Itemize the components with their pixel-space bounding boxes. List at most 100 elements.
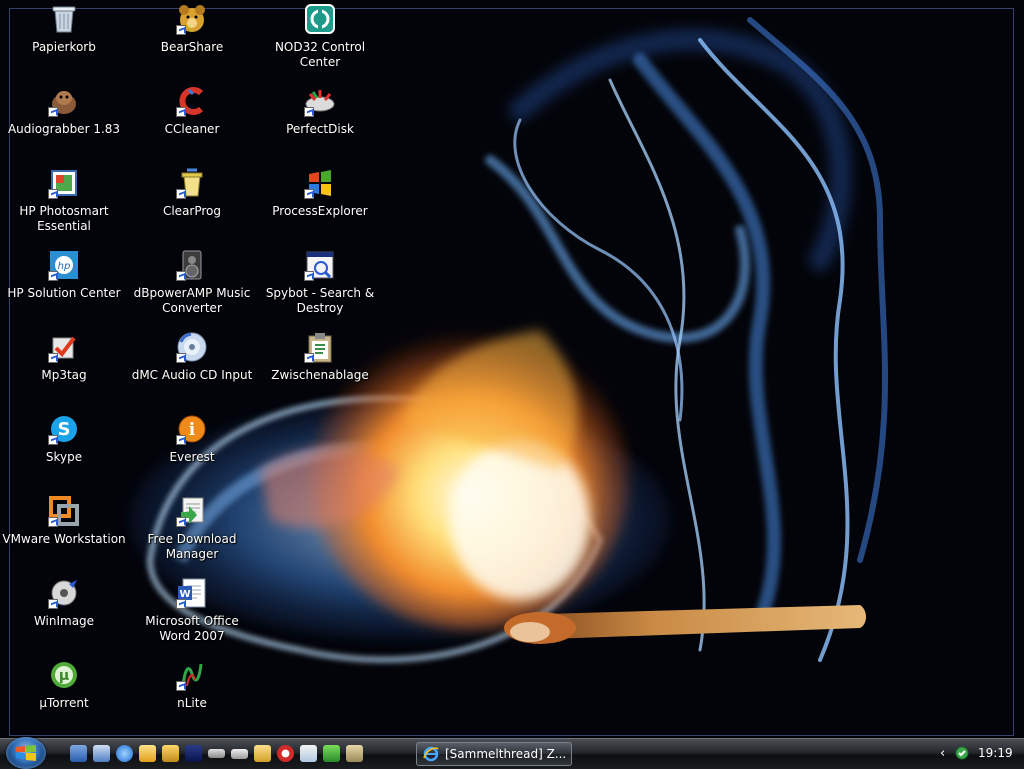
- shortcut-arrow-icon: [304, 107, 314, 117]
- desktop-icon-hp-solution-center[interactable]: hp HP Solution Center: [0, 248, 128, 324]
- word-icon: W: [175, 576, 209, 610]
- desktop-icon-nlite[interactable]: nLite: [128, 658, 256, 734]
- clock[interactable]: 19:19: [978, 746, 1013, 760]
- camera-icon[interactable]: [346, 745, 363, 762]
- desktop-icon-vmware[interactable]: VMware Workstation: [0, 494, 128, 570]
- internet-explorer-icon: [423, 746, 439, 762]
- desktop-icon-nod32[interactable]: NOD32 Control Center: [256, 2, 384, 78]
- clearprog-icon: [175, 166, 209, 200]
- shortcut-arrow-icon: [48, 599, 58, 609]
- tray-expand-icon[interactable]: ‹: [940, 746, 945, 761]
- opera-icon[interactable]: [277, 745, 294, 762]
- icon-label: Everest: [169, 450, 215, 464]
- processexplorer-icon: [303, 166, 337, 200]
- spybot-icon: [303, 248, 337, 282]
- nod32-icon: [303, 2, 337, 36]
- desktop-icon-bearshare[interactable]: BearShare: [128, 2, 256, 78]
- shortcut-arrow-icon: [48, 107, 58, 117]
- desktop-icon-papierkorb[interactable]: Papierkorb: [0, 2, 128, 78]
- ccleaner-icon: [175, 84, 209, 118]
- notepad-icon[interactable]: [300, 745, 317, 762]
- shortcut-arrow-icon: [176, 107, 186, 117]
- system-tray: ‹ 19:19: [934, 739, 1024, 769]
- folder-icon[interactable]: [254, 745, 271, 762]
- icon-label: CCleaner: [164, 122, 220, 136]
- desktop-icon-winimage[interactable]: WinImage: [0, 576, 128, 652]
- shortcut-arrow-icon: [48, 353, 58, 363]
- tool-icon[interactable]: [162, 745, 179, 762]
- icon-label: Spybot - Search & Destroy: [265, 286, 375, 315]
- audiograbber-icon: [47, 84, 81, 118]
- drive-icon[interactable]: [208, 749, 225, 758]
- desktop-icon-clearprog[interactable]: ClearProg: [128, 166, 256, 242]
- svg-text:S: S: [58, 419, 71, 440]
- icon-label: HP Solution Center: [7, 286, 121, 300]
- desktop-icon-dmc-audio-cd[interactable]: dMC Audio CD Input: [128, 330, 256, 406]
- icon-label: WinImage: [33, 614, 95, 628]
- shortcut-arrow-icon: [176, 271, 186, 281]
- icon-label: Free Download Manager: [147, 532, 237, 561]
- icon-label: Papierkorb: [32, 40, 96, 54]
- mp3tag-icon: [47, 330, 81, 364]
- taskbar-window-button[interactable]: [Sammelthread] Z...: [416, 742, 572, 766]
- hp-solution-center-icon: hp: [47, 248, 81, 282]
- recycle-bin-icon: [47, 2, 81, 36]
- start-button[interactable]: [6, 737, 46, 769]
- shortcut-arrow-icon: [176, 435, 186, 445]
- svg-text:µ: µ: [59, 668, 69, 684]
- svg-text:i: i: [189, 420, 196, 440]
- desktop-icon-skype[interactable]: S Skype: [0, 412, 128, 488]
- my-computer-icon[interactable]: [93, 745, 110, 762]
- nlite-icon: [175, 658, 209, 692]
- internet-explorer-icon[interactable]: [116, 745, 133, 762]
- taskbar-window-title: [Sammelthread] Z...: [445, 747, 567, 761]
- icon-label: PerfectDisk: [286, 122, 354, 136]
- desktop-icon-ccleaner[interactable]: CCleaner: [128, 84, 256, 160]
- icon-label: Zwischenablage: [271, 368, 369, 382]
- desktop-icon-mp3tag[interactable]: Mp3tag: [0, 330, 128, 406]
- utorrent-icon: µ: [47, 658, 81, 692]
- shortcut-arrow-icon: [176, 517, 186, 527]
- icon-label: ClearProg: [162, 204, 222, 218]
- network-status-icon[interactable]: [954, 745, 970, 761]
- desktop-icon-perfectdisk[interactable]: PerfectDisk: [256, 84, 384, 160]
- icon-label: dBpowerAMP Music Converter: [133, 286, 251, 315]
- icon-label: Microsoft Office Word 2007: [145, 614, 239, 643]
- shortcut-arrow-icon: [48, 189, 58, 199]
- media-icon[interactable]: [323, 745, 340, 762]
- desktop-icon-hp-photosmart[interactable]: HP Photosmart Essential: [0, 166, 128, 242]
- shortcut-arrow-icon: [48, 517, 58, 527]
- shortcut-arrow-icon: [176, 189, 186, 199]
- hp-photosmart-icon: [47, 166, 81, 200]
- dbpoweramp-icon: [175, 248, 209, 282]
- icon-label: nLite: [177, 696, 207, 710]
- download-manager-icon: [175, 494, 209, 528]
- icon-label: VMware Workstation: [2, 532, 126, 546]
- desktop-icon-zwischenablage[interactable]: Zwischenablage: [256, 330, 384, 406]
- winimage-icon: [47, 576, 81, 610]
- bearshare-icon: [175, 2, 209, 36]
- icon-label: NOD32 Control Center: [274, 40, 366, 69]
- show-desktop-icon[interactable]: [70, 745, 87, 762]
- taskbar: [Sammelthread] Z... ‹ 19:19: [0, 737, 1024, 769]
- printer-icon[interactable]: [231, 749, 248, 759]
- floppy-icon[interactable]: [185, 745, 202, 762]
- desktop-icon-audiograbber[interactable]: Audiograbber 1.83: [0, 84, 128, 160]
- shortcut-arrow-icon: [176, 681, 186, 691]
- audio-cd-icon: [175, 330, 209, 364]
- mail-icon[interactable]: [139, 745, 156, 762]
- desktop-icon-utorrent[interactable]: µ µTorrent: [0, 658, 128, 734]
- desktop-icon-word-2007[interactable]: W Microsoft Office Word 2007: [128, 576, 256, 652]
- shortcut-arrow-icon: [48, 271, 58, 281]
- desktop-icon-everest[interactable]: i Everest: [128, 412, 256, 488]
- desktop-icon-dbpoweramp[interactable]: dBpowerAMP Music Converter: [128, 248, 256, 324]
- icon-label: µTorrent: [39, 696, 89, 710]
- shortcut-arrow-icon: [304, 189, 314, 199]
- desktop: Papierkorb Audiograbber 1.83 HP Photosma…: [0, 0, 1024, 738]
- desktop-icon-processexplorer[interactable]: ProcessExplorer: [256, 166, 384, 242]
- clipboard-icon: [303, 330, 337, 364]
- desktop-icon-free-download-manager[interactable]: Free Download Manager: [128, 494, 256, 570]
- desktop-icon-spybot[interactable]: Spybot - Search & Destroy: [256, 248, 384, 324]
- shortcut-arrow-icon: [304, 353, 314, 363]
- shortcut-arrow-icon: [176, 25, 186, 35]
